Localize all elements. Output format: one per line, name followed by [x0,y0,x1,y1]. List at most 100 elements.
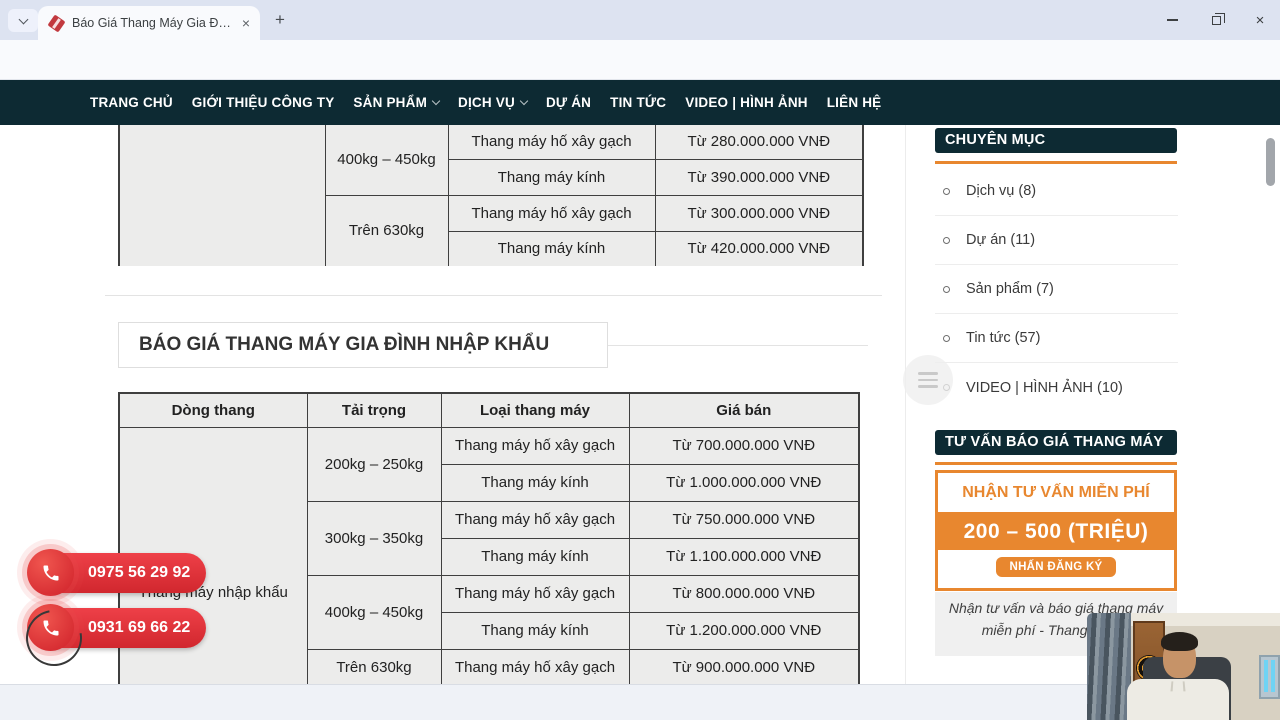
price-cell: Từ 420.000.000 VNĐ [655,231,863,266]
price-cell: Từ 1.100.000.000 VNĐ [629,538,859,575]
hamburger-icon [918,379,938,382]
table-row: 400kg – 450kg Thang máy hố xây gạch Từ 2… [119,125,863,159]
promo-price-range: 200 – 500 (TRIỆU) [938,514,1174,550]
webcam-window [1259,655,1280,699]
table-row: Thang máy nhập khẩu 200kg – 250kg Thang … [119,427,859,464]
load-cell: 300kg – 350kg [307,501,441,575]
tab-search-button[interactable] [8,9,38,32]
bullet-icon [943,286,950,293]
price-cell: Từ 750.000.000 VNĐ [629,501,859,538]
nav-item-san-pham[interactable]: SẢN PHẨM [353,95,439,110]
type-cell: Thang máy kính [441,612,629,649]
nav-item-gioi-thieu[interactable]: GIỚI THIỆU CÔNG TY [192,95,335,110]
price-cell: Từ 700.000.000 VNĐ [629,427,859,464]
site-favicon-icon [47,14,65,32]
header-cell: Tải trọng [307,393,441,427]
nav-label: LIÊN HỆ [827,95,882,110]
floating-menu-button[interactable] [903,355,953,405]
load-cell: Trên 630kg [325,195,448,266]
accent-line [935,161,1177,164]
hamburger-icon [918,385,938,388]
tab-close-icon[interactable]: × [242,16,250,30]
type-cell: Thang máy kính [441,538,629,575]
shirt-collar [1170,681,1185,691]
hamburger-icon [918,372,938,375]
phone-receiver-icon [41,563,61,583]
tab-strip: Báo Giá Thang Máy Gia Đình N × + × [0,0,1280,40]
category-label: Dự án (11) [966,232,1035,248]
window-close-button[interactable]: × [1247,10,1273,30]
bullet-icon [943,237,950,244]
new-tab-button[interactable]: + [268,8,292,32]
price-cell: Từ 280.000.000 VNĐ [655,125,863,159]
category-label: Tin tức (57) [966,330,1040,346]
webcam-overlay [1087,613,1280,720]
price-cell: Từ 1.200.000.000 VNĐ [629,612,859,649]
price-table-domestic: 400kg – 450kg Thang máy hố xây gạch Từ 2… [118,125,864,266]
sidebar-item-san-pham[interactable]: Sản phẩm (7) [935,265,1178,314]
type-cell: Thang máy hố xây gạch [441,649,629,684]
nav-label: GIỚI THIỆU CÔNG TY [192,95,335,110]
chevron-down-icon [18,14,28,24]
promo-headline: NHẬN TƯ VẤN MIỄN PHÍ [938,473,1174,514]
type-cell: Thang máy kính [448,159,655,195]
chevron-down-icon [432,96,440,104]
type-cell: Thang máy kính [441,464,629,501]
type-cell: Thang máy hố xây gạch [448,195,655,231]
content-sidebar-divider [905,125,906,684]
price-cell: Từ 800.000.000 VNĐ [629,575,859,612]
sidebar-categories-title: CHUYÊN MỤC [935,128,1177,153]
section-title-line [608,345,868,346]
load-cell: 200kg – 250kg [307,427,441,501]
bullet-icon [943,335,950,342]
nav-item-du-an[interactable]: DỰ ÁN [546,95,591,110]
nav-label: TIN TỨC [610,95,666,110]
bullet-icon [943,188,950,195]
header-cell: Loại thang máy [441,393,629,427]
promo-button-row: NHẤN ĐĂNG KÝ [938,550,1174,586]
restore-icon [1212,16,1221,25]
scrollbar-thumb[interactable] [1266,138,1275,186]
nav-item-tin-tuc[interactable]: TIN TỨC [610,95,666,110]
nav-item-video[interactable]: VIDEO | HÌNH ẢNH [685,95,808,110]
category-list: Dịch vụ (8) Dự án (11) Sản phẩm (7) Tin … [935,167,1178,412]
consult-promo-box: NHẬN TƯ VẤN MIỄN PHÍ 200 – 500 (TRIỆU) N… [935,470,1177,591]
browser-toolbar: ← → thangmayfamily.com/bao-gia-thang-may… [0,40,1280,80]
category-label: Sản phẩm (7) [966,281,1054,297]
category-label: VIDEO | HÌNH ẢNH (10) [966,380,1123,396]
minimize-icon [1167,19,1178,21]
window-restore-button[interactable] [1203,10,1229,30]
price-cell: Từ 300.000.000 VNĐ [655,195,863,231]
section-title: BÁO GIÁ THANG MÁY GIA ĐÌNH NHẬP KHẨU [118,322,608,368]
page-content: 400kg – 450kg Thang máy hố xây gạch Từ 2… [0,125,1280,684]
window-minimize-button[interactable] [1159,10,1185,30]
nav-label: DỊCH VỤ [458,95,515,110]
type-cell: Thang máy hố xây gạch [441,501,629,538]
nav-label: SẢN PHẨM [353,95,427,110]
table-header-row: Dòng thang Tải trọng Loại thang máy Giá … [119,393,859,427]
sidebar-item-du-an[interactable]: Dự án (11) [935,216,1178,265]
chevron-down-icon [520,96,528,104]
browser-tab[interactable]: Báo Giá Thang Máy Gia Đình N × [38,6,260,40]
tab-title: Báo Giá Thang Máy Gia Đình N [72,16,232,30]
site-navbar: TRANG CHỦ GIỚI THIỆU CÔNG TY SẢN PHẨM DỊ… [0,80,1280,125]
section-divider [105,295,882,296]
nav-label: TRANG CHỦ [90,95,173,110]
accent-line [935,462,1177,465]
register-button[interactable]: NHẤN ĐĂNG KÝ [996,557,1115,577]
price-cell: Từ 900.000.000 VNĐ [629,649,859,684]
category-label: Dịch vụ (8) [966,183,1036,199]
type-cell: Thang máy kính [448,231,655,266]
header-cell: Giá bán [629,393,859,427]
series-cell [119,125,325,266]
sidebar-item-dich-vu[interactable]: Dịch vụ (8) [935,167,1178,216]
person-hair [1161,632,1198,651]
price-cell: Từ 1.000.000.000 VNĐ [629,464,859,501]
sidebar-item-video[interactable]: VIDEO | HÌNH ẢNH (10) [935,363,1178,412]
phone-icon[interactable] [27,549,74,596]
nav-item-lien-he[interactable]: LIÊN HỆ [827,95,882,110]
nav-item-dich-vu[interactable]: DỊCH VỤ [458,95,527,110]
sidebar-item-tin-tuc[interactable]: Tin tức (57) [935,314,1178,363]
nav-item-trang-chu[interactable]: TRANG CHỦ [90,95,173,110]
load-cell: 400kg – 450kg [325,125,448,195]
